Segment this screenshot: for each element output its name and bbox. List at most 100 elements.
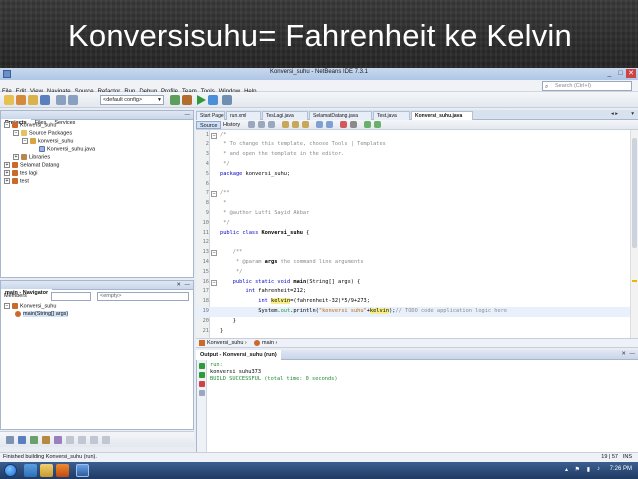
tab-teslagi-java[interactable]: TesLagi.java <box>262 111 308 120</box>
close-button[interactable]: ✕ <box>626 69 636 78</box>
code-line[interactable]: 12 <box>196 238 638 248</box>
javadoc-icon[interactable] <box>102 436 110 444</box>
expand-toggle-icon[interactable]: + <box>13 154 19 160</box>
start-macro-icon[interactable] <box>340 121 347 128</box>
code-line[interactable]: 7−/** <box>196 189 638 199</box>
sort-source-icon[interactable] <box>90 436 98 444</box>
tree-item[interactable]: + Libraries <box>13 154 50 161</box>
non-public-filter-icon[interactable] <box>42 436 50 444</box>
minimize-panel-icon[interactable]: — <box>185 281 191 290</box>
code-line[interactable]: 19 System.out.println("konversi suhu"+ke… <box>196 306 638 317</box>
shift-left-icon[interactable] <box>316 121 323 128</box>
fold-toggle-icon[interactable]: − <box>211 132 217 139</box>
search-input[interactable]: ⌕ Search (Ctrl+I) <box>542 81 632 91</box>
network-icon[interactable]: ▮ <box>587 466 590 473</box>
code-line[interactable]: 5 package konversi_suhu; <box>196 170 638 180</box>
fold-toggle-icon[interactable]: − <box>211 250 217 257</box>
tree-item[interactable]: − Konversi_suhu <box>4 122 56 129</box>
fold-toggle-icon[interactable]: − <box>211 279 217 286</box>
back-icon[interactable] <box>258 121 265 128</box>
code-line[interactable]: 17 int fahrenheit=212; <box>196 287 638 297</box>
collapse-icon[interactable]: − <box>4 303 10 309</box>
tab-output[interactable]: Output - Konversi_suhu (run) <box>196 350 281 360</box>
find-next-icon[interactable] <box>292 121 299 128</box>
new-project-icon[interactable] <box>16 95 26 105</box>
code-line[interactable]: 14 * @param args the command line argume… <box>196 258 638 268</box>
code-line[interactable]: 3 * and open the template in the editor. <box>196 150 638 160</box>
comment-icon[interactable] <box>364 121 371 128</box>
code-line[interactable]: 11 public class Konversi_suhu { <box>196 229 638 239</box>
tree-item[interactable]: + test <box>4 178 29 185</box>
tab-list-icon[interactable]: ▾ <box>631 110 634 119</box>
code-line[interactable]: 2 * To change this template, choose Tool… <box>196 140 638 150</box>
code-line[interactable]: 20 } <box>196 317 638 327</box>
run-icon[interactable] <box>197 95 206 105</box>
filter-icon[interactable] <box>6 436 14 444</box>
firefox-icon[interactable] <box>56 464 69 477</box>
fields-filter-icon[interactable] <box>18 436 26 444</box>
code-line[interactable]: 16− public static void main(String[] arg… <box>196 278 638 288</box>
code-line[interactable]: 10 */ <box>196 219 638 229</box>
code-line[interactable]: 8 * <box>196 199 638 209</box>
tree-item[interactable]: − konversi_suhu <box>22 138 73 145</box>
editor-scrollbar[interactable] <box>630 130 638 338</box>
expand-toggle-icon[interactable]: − <box>13 130 19 136</box>
highlight-toggle-icon[interactable] <box>302 121 309 128</box>
settings-icon[interactable] <box>199 390 205 396</box>
redo-icon[interactable] <box>68 95 78 105</box>
tree-item[interactable]: + Selamat Datang <box>4 162 59 169</box>
error-stripe-mark[interactable] <box>632 280 637 282</box>
tree-item[interactable]: − Source Packages <box>13 130 72 137</box>
expand-toggle-icon[interactable]: − <box>22 138 28 144</box>
tree-item[interactable]: + tes lagi <box>4 170 37 177</box>
navigator-item[interactable]: main(String[] args) <box>15 311 69 318</box>
build-icon[interactable] <box>170 95 180 105</box>
last-edit-icon[interactable] <box>248 121 255 128</box>
navigator-item[interactable]: − Konversi_suhu <box>4 303 56 310</box>
code-line[interactable]: 21} <box>196 327 638 337</box>
stop-macro-icon[interactable] <box>350 121 357 128</box>
new-file-icon[interactable] <box>4 95 14 105</box>
tab-test-java[interactable]: Test.java <box>373 111 410 120</box>
close-panel-icon[interactable]: ✕ <box>176 281 181 290</box>
breadcrumb-method[interactable]: main › <box>254 339 277 348</box>
clock[interactable]: 7:26 PM <box>610 466 632 472</box>
expand-toggle-icon[interactable]: + <box>4 170 10 176</box>
minimize-panel-icon[interactable]: — <box>630 350 636 359</box>
fold-toggle-icon[interactable]: − <box>211 191 217 198</box>
rerun-changes-icon[interactable] <box>199 372 205 378</box>
navigator-member-select[interactable]: <empty> <box>97 292 189 301</box>
tray-arrow-icon[interactable]: ▴ <box>565 466 568 473</box>
ie-icon[interactable] <box>24 464 37 477</box>
volume-icon[interactable]: ♪ <box>597 466 600 472</box>
window-titlebar[interactable]: Konversi_suhu - NetBeans IDE 7.3.1 _ □ ✕ <box>0 68 638 80</box>
code-line[interactable]: 15 */ <box>196 268 638 278</box>
uncomment-icon[interactable] <box>374 121 381 128</box>
expand-toggle-icon[interactable]: − <box>4 122 10 128</box>
tab-selamatdatang-java[interactable]: SelamatDatang.java <box>309 111 372 120</box>
sort-alpha-icon[interactable] <box>78 436 86 444</box>
tab-source[interactable]: Source <box>196 121 222 129</box>
navigator-filter-select[interactable] <box>51 292 91 301</box>
profile-icon[interactable] <box>222 95 232 105</box>
undo-icon[interactable] <box>56 95 66 105</box>
tab-history[interactable]: History <box>220 121 243 129</box>
static-filter-icon[interactable] <box>30 436 38 444</box>
save-all-icon[interactable] <box>40 95 50 105</box>
shift-right-icon[interactable] <box>326 121 333 128</box>
maximize-button[interactable]: □ <box>616 69 625 78</box>
explorer-icon[interactable] <box>40 464 53 477</box>
stop-icon[interactable] <box>199 381 205 387</box>
breadcrumb-class[interactable]: Konversi_suhu › <box>199 339 247 348</box>
rerun-icon[interactable] <box>199 363 205 369</box>
expand-toggle-icon[interactable]: + <box>4 162 10 168</box>
debug-icon[interactable] <box>208 95 218 105</box>
minimize-button[interactable]: _ <box>605 69 614 78</box>
leaf-spacer[interactable] <box>31 146 37 152</box>
open-project-icon[interactable] <box>28 95 38 105</box>
tree-item[interactable]: Konversi_suhu.java <box>31 146 95 153</box>
inherited-filter-icon[interactable] <box>54 436 62 444</box>
minimize-panel-icon[interactable]: — <box>185 111 191 120</box>
tab-scroll-icon[interactable]: ◂ ▸ <box>611 110 618 119</box>
tab-run-xml[interactable]: run.xml <box>226 111 261 120</box>
